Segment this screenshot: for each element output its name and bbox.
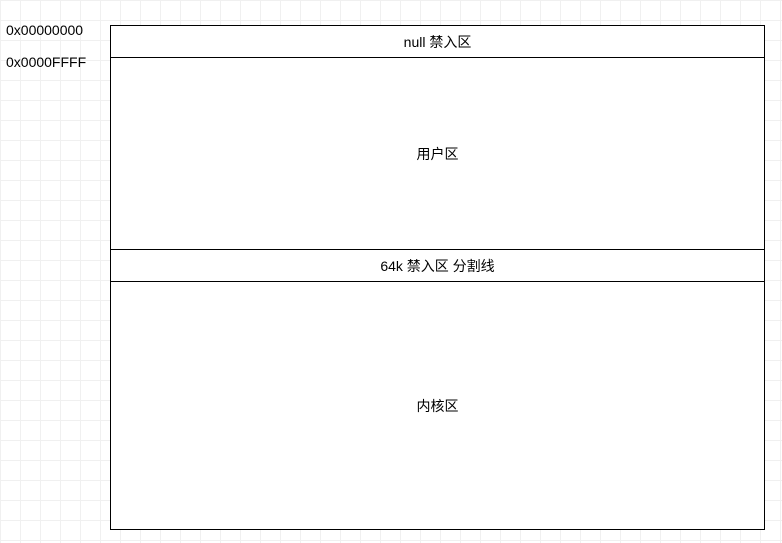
region-user: 用户区 [111, 58, 764, 250]
address-label-ffff: 0x0000FFFF [6, 54, 86, 70]
memory-layout-diagram: null 禁入区 用户区 64k 禁入区 分割线 内核区 [110, 25, 765, 530]
region-kernel-label: 内核区 [417, 396, 459, 416]
region-separator-label: 64k 禁入区 分割线 [380, 256, 494, 276]
region-null-forbidden: null 禁入区 [111, 26, 764, 58]
address-label-top: 0x00000000 [6, 22, 83, 38]
region-null-label: null 禁入区 [404, 32, 472, 52]
region-kernel: 内核区 [111, 282, 764, 529]
region-separator: 64k 禁入区 分割线 [111, 250, 764, 282]
region-user-label: 用户区 [417, 144, 459, 164]
